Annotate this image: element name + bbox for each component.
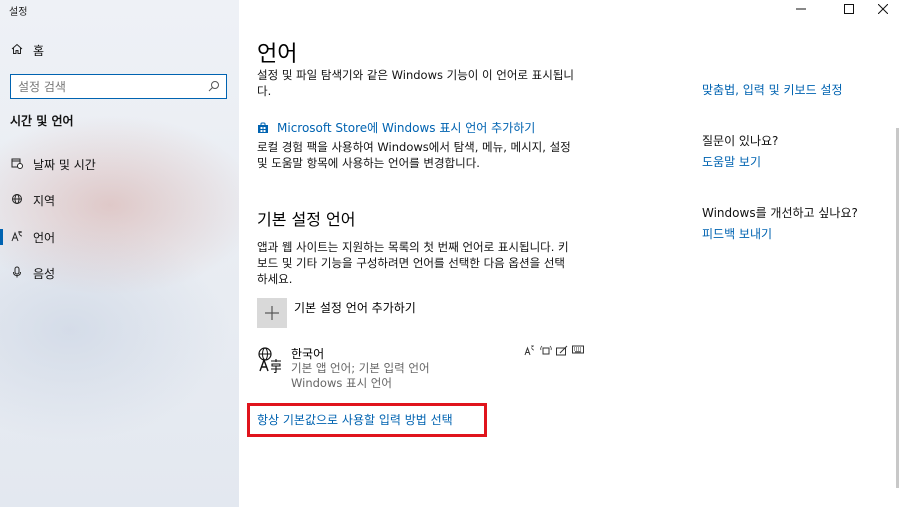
send-feedback-link[interactable]: 피드백 보내기: [702, 225, 772, 242]
maximize-icon: [844, 4, 854, 14]
sidebar-item-label: 날짜 및 시간: [33, 157, 96, 172]
intro-line: 다.: [257, 84, 272, 98]
search-box[interactable]: [10, 74, 227, 99]
preferred-desc-line: 보드 및 기타 기능을 구성하려면 언어를 선택한 다음 옵션을 선택: [257, 256, 565, 270]
spelling-typing-keyboard-link[interactable]: 맞춤법, 입력 및 키보드 설정: [702, 81, 843, 98]
preferred-languages-heading: 기본 설정 언어: [257, 210, 356, 229]
add-language-button[interactable]: 기본 설정 언어 추가하기: [257, 298, 416, 328]
help-question-text: 질문이 있나요?: [702, 134, 779, 148]
close-icon: [878, 4, 888, 14]
preferred-desc-line: 하세요.: [257, 272, 293, 286]
minimize-button[interactable]: [785, 0, 817, 18]
content-pane: 언어 설정 및 파일 탐색기와 같은 Windows 기능이 이 언어로 표시됩…: [239, 0, 900, 507]
sidebar-item-speech[interactable]: 음성: [0, 259, 239, 287]
search-icon[interactable]: [208, 80, 220, 92]
sidebar-item-region[interactable]: 지역: [0, 186, 239, 214]
preferred-desc-line: 앱과 웹 사이트는 지원하는 목록의 첫 번째 언어로 표시됩니다. 키: [257, 240, 569, 254]
language-list-item[interactable]: 한국어 기본 앱 언어; 기본 입력 언어 Windows 표시 언어: [257, 344, 587, 394]
intro-text: 설정 및 파일 탐색기와 같은 Windows 기능이 이 언어로 표시됩니 다…: [257, 67, 597, 99]
store-link-label: Microsoft Store에 Windows 표시 언어 추가하기: [277, 121, 536, 135]
speech-icon: [539, 345, 552, 358]
keyboard-icon: [571, 345, 584, 358]
language-glyph-icon: [258, 347, 281, 373]
intro-line: 설정 및 파일 탐색기와 같은 Windows 기능이 이 언어로 표시됩니: [257, 68, 574, 82]
store-description: 로컬 경험 팩을 사용하여 Windows에서 탐색, 메뉴, 메시지, 설정 …: [257, 139, 597, 171]
navigation-pane: 설정 홈 시간 및 언어 날짜 및 시간 지역 언어 음성: [0, 0, 239, 507]
sidebar-item-label: 언어: [33, 230, 56, 245]
display-language-icon: [523, 345, 536, 358]
sidebar-item-label: 음성: [33, 266, 56, 281]
home-icon: [10, 43, 24, 57]
language-icon: [10, 230, 24, 244]
globe-icon: [10, 193, 24, 207]
improve-windows-text: Windows를 개선하고 싶나요?: [702, 206, 858, 220]
nav-home-label: 홈: [33, 43, 45, 58]
preferred-description: 앱과 웹 사이트는 지원하는 목록의 첫 번째 언어로 표시됩니다. 키 보드 …: [257, 239, 602, 287]
section-title: 시간 및 언어: [10, 114, 74, 128]
language-detail: Windows 표시 언어: [291, 376, 392, 390]
default-input-method-link[interactable]: 항상 기본값으로 사용할 입력 방법 선택: [257, 411, 453, 428]
sidebar-item-label: 지역: [33, 193, 56, 208]
get-help-link[interactable]: 도움말 보기: [702, 153, 761, 170]
close-button[interactable]: [867, 0, 899, 18]
plus-icon: [265, 306, 279, 320]
add-language-label: 기본 설정 언어 추가하기: [294, 301, 416, 315]
store-desc-line: 로컬 경험 팩을 사용하여 Windows에서 탐색, 메뉴, 메시지, 설정: [257, 140, 571, 154]
nav-home[interactable]: 홈: [0, 36, 239, 64]
calendar-clock-icon: [10, 157, 24, 171]
handwriting-icon: [555, 345, 568, 358]
app-title: 설정: [9, 7, 28, 18]
language-detail: 기본 앱 언어; 기본 입력 언어: [291, 361, 430, 375]
sidebar-item-language[interactable]: 언어: [0, 223, 239, 251]
plus-icon-box: [257, 298, 287, 328]
maximize-button[interactable]: [833, 0, 865, 18]
scrollbar[interactable]: [896, 128, 899, 488]
minimize-icon: [796, 8, 806, 10]
store-desc-line: 및 도움말 항목에 사용하는 언어를 변경합니다.: [257, 156, 480, 170]
sidebar-item-date-time[interactable]: 날짜 및 시간: [0, 150, 239, 178]
search-input[interactable]: [11, 79, 196, 94]
page-title: 언어: [257, 42, 298, 67]
store-bag-icon: [258, 122, 268, 133]
store-language-link[interactable]: Microsoft Store에 Windows 표시 언어 추가하기: [257, 119, 535, 136]
microphone-icon: [10, 266, 24, 280]
